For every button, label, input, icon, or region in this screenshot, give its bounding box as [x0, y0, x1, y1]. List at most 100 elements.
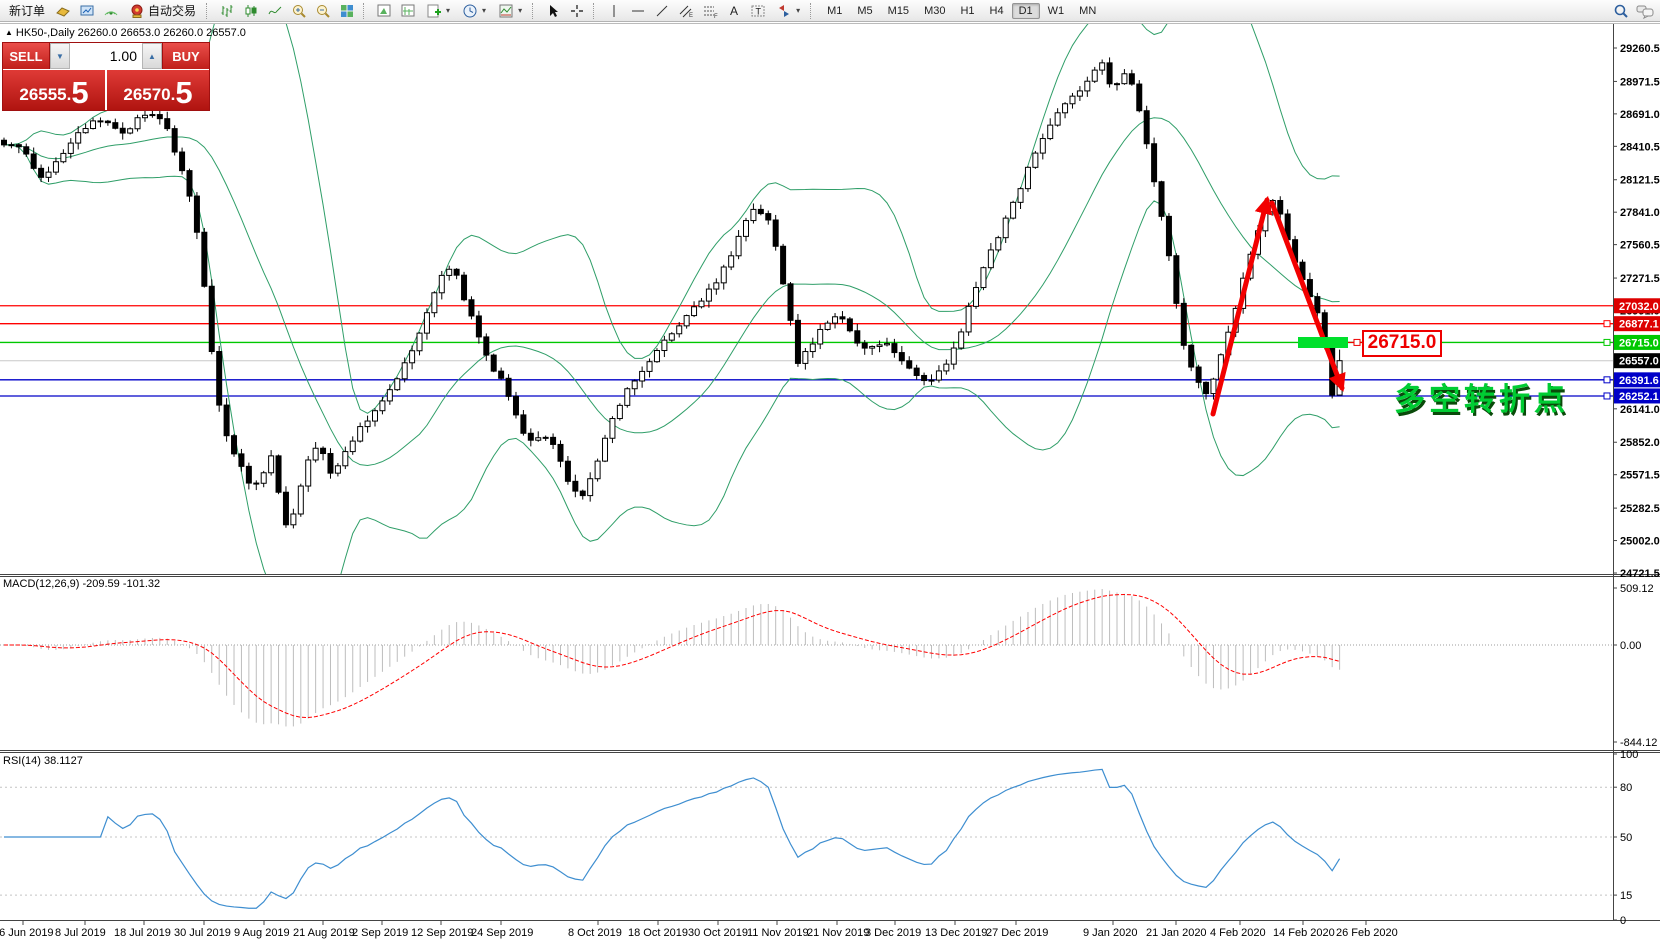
buy-price[interactable]: 26570. 5	[107, 70, 209, 110]
text-tool-icon[interactable]: A	[723, 2, 745, 20]
rsi-axis-tick: 50	[1620, 832, 1632, 844]
sell-price[interactable]: 26555. 5	[3, 70, 105, 110]
tile-windows-icon[interactable]	[336, 2, 358, 20]
price-axis-tick: 27271.5	[1620, 273, 1660, 285]
new-order-button[interactable]: 新订单	[4, 2, 50, 20]
level-badge-label: 26252.1	[1619, 391, 1659, 403]
highlight-bar	[1298, 337, 1348, 348]
channel-tool-icon[interactable]: E	[675, 2, 697, 20]
rsi-axis-tick: 15	[1620, 890, 1632, 902]
level-badge-label: 27032.0	[1619, 301, 1659, 313]
chat-icon[interactable]	[1634, 2, 1656, 20]
chevron-down-icon: ▾	[446, 6, 451, 15]
macd-axis-tick: 509.12	[1620, 583, 1654, 595]
date-axis-label: 14 Feb 2020	[1273, 927, 1335, 939]
price-axis-tick: 28971.5	[1620, 76, 1660, 88]
price-axis-tick: 27560.5	[1620, 240, 1660, 252]
timeframe-button-h1[interactable]: H1	[953, 3, 981, 19]
date-axis-label: 26 Jun 2019	[0, 927, 54, 939]
toolbar-separator	[532, 2, 537, 19]
date-axis-label: 4 Feb 2020	[1210, 927, 1266, 939]
template-button[interactable]: ▾	[493, 2, 527, 20]
search-icon[interactable]	[1610, 2, 1632, 20]
date-axis-label: 11 Nov 2019	[747, 927, 809, 939]
rsi-label: RSI(14) 38.1127	[3, 755, 83, 767]
sell-price-frac: 5	[71, 75, 89, 110]
svg-text:T: T	[756, 6, 762, 16]
price-axis-tick: 25571.5	[1620, 470, 1660, 482]
date-axis-label: 8 Oct 2019	[568, 927, 622, 939]
price-axis-tick: 25002.0	[1620, 536, 1660, 548]
sell-button[interactable]: SELL	[3, 43, 49, 69]
crosshair-icon[interactable]	[566, 2, 588, 20]
symbol-marker-icon: ▲	[5, 28, 13, 37]
volume-input[interactable]	[70, 43, 142, 69]
timeframe-button-m5[interactable]: M5	[850, 3, 879, 19]
terminal-icon[interactable]	[76, 2, 98, 20]
toolbar-separator	[810, 2, 815, 19]
toolbar-separator	[206, 2, 211, 19]
auto-trading-button[interactable]: 自动交易	[124, 2, 201, 20]
volume-increase-button[interactable]: ▲	[142, 43, 162, 69]
buy-button[interactable]: BUY	[163, 43, 209, 69]
date-axis-label: 9 Aug 2019	[234, 927, 290, 939]
timeframe-button-h4[interactable]: H4	[983, 3, 1011, 19]
timeframe-button-mn[interactable]: MN	[1072, 3, 1103, 19]
horizontal-line-tool-icon[interactable]	[627, 2, 649, 20]
main-toolbar: 新订单 自动交易 ▾ ▾ ▾ E F A T ▾ M1 M5 M15 M30 H…	[0, 0, 1660, 22]
timeframe-button-m30[interactable]: M30	[917, 3, 952, 19]
data-window-icon[interactable]	[373, 2, 395, 20]
signal-icon[interactable]	[100, 2, 122, 20]
date-axis-label: 9 Jan 2020	[1083, 927, 1137, 939]
rsi-axis-tick: 80	[1620, 782, 1632, 794]
price-callout[interactable]: 26715.0	[1362, 330, 1442, 357]
volume-spinner: ▼ ▲	[49, 43, 163, 69]
toolbar-separator	[363, 2, 368, 19]
volume-decrease-button[interactable]: ▼	[50, 43, 70, 69]
timeframe-button-w1[interactable]: W1	[1041, 3, 1072, 19]
label-tool-icon[interactable]: T	[747, 2, 769, 20]
annotation-note[interactable]: 多空转折点	[1394, 374, 1569, 419]
date-axis-label: 30 Oct 2019	[688, 927, 748, 939]
fibonacci-tool-icon[interactable]: F	[699, 2, 721, 20]
date-axis-label: 13 Dec 2019	[925, 927, 987, 939]
toolbar-separator	[593, 2, 598, 19]
zoom-out-icon[interactable]	[312, 2, 334, 20]
bar-chart-icon[interactable]	[216, 2, 238, 20]
chevron-down-icon: ▾	[518, 6, 523, 15]
shapes-button[interactable]: ▾	[771, 2, 805, 20]
date-axis-label: 24 Sep 2019	[471, 927, 533, 939]
svg-text:E: E	[689, 13, 693, 19]
one-click-trading-panel: SELL ▼ ▲ BUY 26555.5 26570.5	[2, 42, 210, 111]
cursor-icon[interactable]	[542, 2, 564, 20]
rsi-axis-tick: 100	[1620, 749, 1638, 761]
timeframe-group: M1 M5 M15 M30 H1 H4 D1 W1 MN	[820, 2, 1103, 19]
candlestick-chart-icon[interactable]	[240, 2, 262, 20]
price-axis-tick: 26141.0	[1620, 404, 1660, 416]
rsi-panel	[0, 768, 1613, 909]
line-chart-icon[interactable]	[264, 2, 286, 20]
buy-price-frac: 5	[175, 75, 193, 110]
price-axis-tick: 29260.5	[1620, 43, 1660, 55]
date-axis-label: 21 Jan 2020	[1146, 927, 1207, 939]
buy-price-main: 26570	[123, 85, 171, 104]
level-badge-label: 26877.1	[1619, 319, 1659, 331]
date-axis-label: 21 Nov 2019	[807, 927, 869, 939]
chart-canvas[interactable]: 29260.5 28971.5 28691.0 28410.5 28121.5 27841…	[0, 0, 1660, 945]
timeframe-button-d1[interactable]: D1	[1011, 2, 1040, 19]
timeframe-button-m15[interactable]: M15	[881, 3, 916, 19]
price-axis-tick: 27841.0	[1620, 207, 1660, 219]
indicator-window-icon[interactable]	[397, 2, 419, 20]
period-button[interactable]: ▾	[457, 2, 491, 20]
timeframe-button-m1[interactable]: M1	[820, 3, 849, 19]
macd-label: MACD(12,26,9) -209.59 -101.32	[3, 578, 161, 590]
trendline-tool-icon[interactable]	[651, 2, 673, 20]
add-indicator-button[interactable]: ▾	[421, 2, 455, 20]
main-chart-area	[0, 24, 1613, 575]
deposit-icon[interactable]	[52, 2, 74, 20]
auto-trading-label: 自动交易	[148, 4, 197, 18]
price-axis-tick: 28691.0	[1620, 109, 1660, 121]
date-axis-label: 18 Oct 2019	[628, 927, 688, 939]
vertical-line-tool-icon[interactable]	[603, 2, 625, 20]
zoom-in-icon[interactable]	[288, 2, 310, 20]
